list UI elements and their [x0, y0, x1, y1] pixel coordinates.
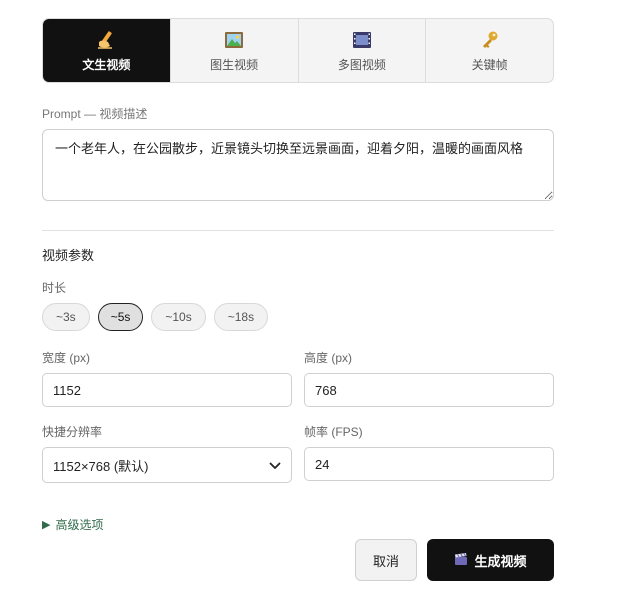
prompt-label: Prompt — 视频描述: [42, 107, 148, 121]
key-icon: [480, 29, 500, 51]
resolution-field-group: 快捷分辨率 1152×768 (默认): [42, 423, 292, 483]
picture-icon: [224, 29, 244, 51]
chevron-down-icon: [269, 458, 281, 473]
prompt-textarea[interactable]: 一个老年人，在公园散步，近景镜头切换至远景画面，迎着夕阳，温暖的画面风格: [42, 129, 554, 201]
tab-label: 多图视频: [337, 57, 386, 72]
duration-chip-5s[interactable]: ~5s: [97, 303, 144, 331]
cancel-button[interactable]: 取消: [355, 539, 417, 581]
width-field-group: 宽度 (px): [42, 349, 292, 407]
video-generator-form: 文生视频 图生视频 多图视频 关键帧 Prompt — 视频描述 一个老年人，在…: [42, 18, 554, 581]
clapper-icon: [454, 552, 468, 569]
resolution-label: 快捷分辨率: [42, 425, 103, 439]
duration-label: 时长: [42, 281, 67, 295]
fps-input[interactable]: [304, 447, 554, 481]
width-label: 宽度 (px): [42, 351, 91, 365]
tab-image-to-video[interactable]: 图生视频: [171, 19, 299, 82]
video-params-title: 视频参数: [42, 248, 95, 263]
tab-multi-image-video[interactable]: 多图视频: [299, 19, 427, 82]
fps-field-group: 帧率 (FPS): [304, 423, 554, 483]
resolution-selected-value: 1152×768 (默认): [53, 458, 149, 474]
size-row: 宽度 (px) 高度 (px): [42, 349, 554, 407]
generate-video-button[interactable]: 生成视频: [427, 539, 554, 581]
tab-text-to-video[interactable]: 文生视频: [43, 19, 171, 82]
film-frames-icon: [352, 29, 372, 51]
fps-label: 帧率 (FPS): [304, 425, 363, 439]
height-label: 高度 (px): [304, 351, 353, 365]
tab-label: 关键帧: [471, 57, 508, 72]
advanced-options-toggle[interactable]: ▶ 高级选项: [42, 516, 554, 533]
section-divider: [42, 230, 554, 231]
resolution-fps-row: 快捷分辨率 1152×768 (默认) 帧率 (FPS): [42, 423, 554, 483]
height-input[interactable]: [304, 373, 554, 407]
duration-chips: ~3s ~5s ~10s ~18s: [42, 303, 554, 331]
triangle-right-icon: ▶: [42, 519, 51, 531]
tab-keyframe[interactable]: 关键帧: [426, 19, 553, 82]
height-field-group: 高度 (px): [304, 349, 554, 407]
advanced-options-label: 高级选项: [55, 518, 104, 532]
duration-chip-10s[interactable]: ~10s: [151, 303, 206, 331]
mode-tabs: 文生视频 图生视频 多图视频 关键帧: [42, 18, 554, 83]
width-input[interactable]: [42, 373, 292, 407]
duration-chip-3s[interactable]: ~3s: [42, 303, 90, 331]
duration-chip-18s[interactable]: ~18s: [213, 303, 269, 331]
generate-video-label: 生成视频: [474, 553, 527, 569]
resolution-select[interactable]: 1152×768 (默认): [42, 447, 292, 483]
form-actions: 取消 生成视频: [355, 539, 554, 581]
tab-label: 文生视频: [82, 57, 131, 72]
tab-label: 图生视频: [210, 57, 259, 72]
writing-hand-icon: [96, 29, 116, 51]
